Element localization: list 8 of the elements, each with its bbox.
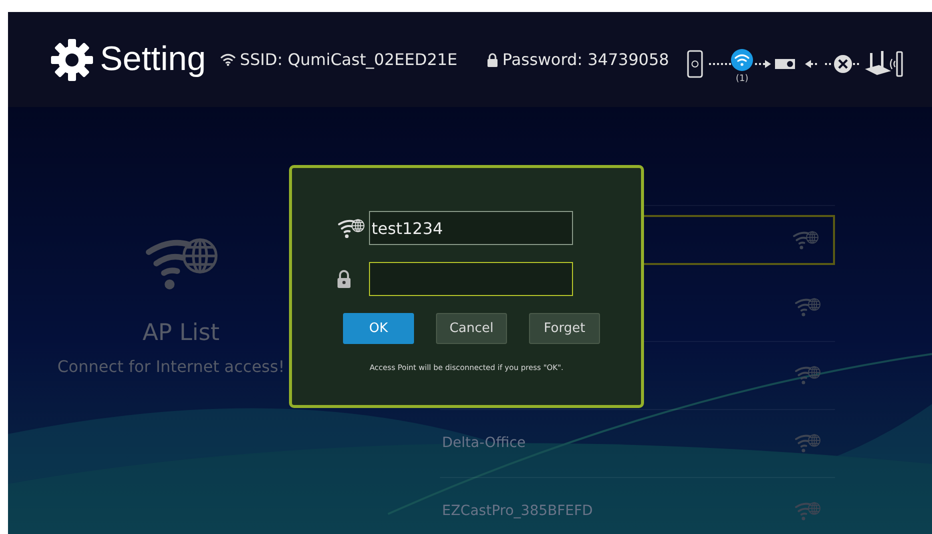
connection-count: (1) (736, 75, 748, 84)
network-name: Delta-Office (442, 434, 526, 453)
password-text: Password: 34739058 (502, 48, 670, 70)
network-name: EZCastPro_385BFEFD (442, 502, 593, 521)
list-title: AP List (142, 319, 220, 348)
page-title: Setting (100, 39, 206, 80)
list-subtitle: Connect for Internet access! (57, 356, 285, 378)
ssid-text: SSID: QumiCast_02EED21E (240, 48, 458, 71)
